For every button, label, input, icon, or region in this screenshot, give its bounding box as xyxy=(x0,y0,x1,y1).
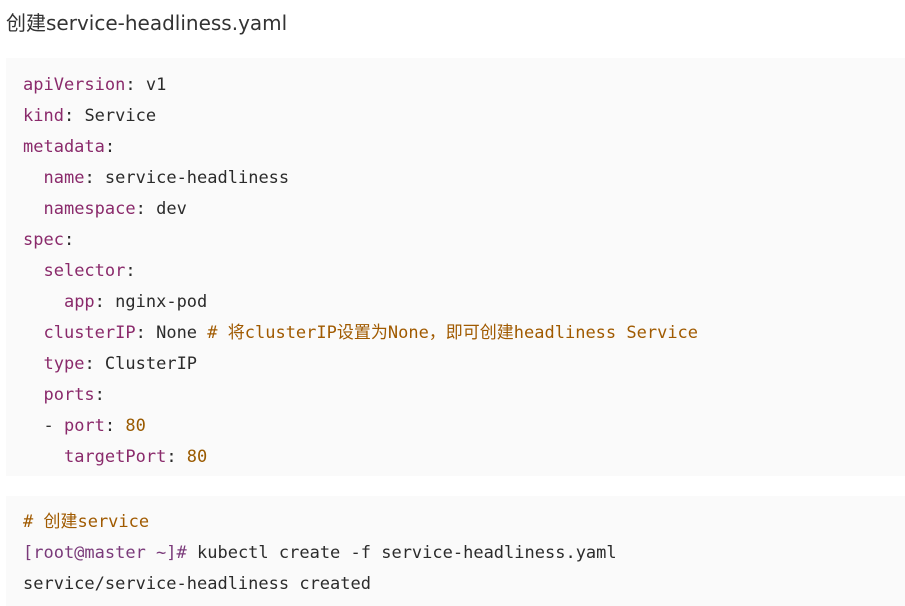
line-indent: - xyxy=(23,416,64,436)
yaml-value: 80 xyxy=(186,447,208,467)
yaml-value: dev xyxy=(156,199,187,219)
code-line: kind: Service xyxy=(23,101,905,132)
code-line: metadata: xyxy=(23,132,905,163)
yaml-key: name xyxy=(43,168,85,188)
yaml-separator: : xyxy=(135,199,157,219)
yaml-key: port xyxy=(63,416,105,436)
code-line: namespace: dev xyxy=(23,194,905,225)
code-line: - port: 80 xyxy=(23,411,905,442)
yaml-separator: : xyxy=(104,416,126,436)
shell-output: service/service-headliness created xyxy=(23,574,371,594)
yaml-separator: : xyxy=(125,75,146,95)
code-line: name: service-headliness xyxy=(23,163,905,194)
yaml-separator: : xyxy=(125,261,136,281)
yaml-separator: : xyxy=(166,447,187,467)
code-line: targetPort: 80 xyxy=(23,442,905,473)
code-line: app: nginx-pod xyxy=(23,287,905,318)
yaml-code-block: apiVersion: v1 kind: Service metadata: n… xyxy=(6,58,905,476)
shell-code-block: # 创建service [root@master ~]# kubectl cre… xyxy=(6,496,905,606)
yaml-separator: : xyxy=(84,168,105,188)
code-line: spec: xyxy=(23,225,905,256)
shell-command-line: [root@master ~]# kubectl create -f servi… xyxy=(23,538,905,569)
yaml-value: service-headliness xyxy=(104,168,290,188)
code-line: type: ClusterIP xyxy=(23,349,905,380)
yaml-key: ports xyxy=(43,385,95,405)
yaml-value: Service xyxy=(84,106,157,126)
yaml-key: selector xyxy=(43,261,126,281)
yaml-value: 80 xyxy=(125,416,146,436)
yaml-value: None xyxy=(156,323,208,343)
shell-comment: # 创建service xyxy=(23,512,150,532)
shell-command: kubectl create -f service-headliness.yam… xyxy=(186,543,617,563)
yaml-separator: : xyxy=(135,323,157,343)
yaml-key: app xyxy=(63,292,95,312)
code-line: clusterIP: None # 将clusterIP设置为None，即可创建… xyxy=(23,318,905,349)
yaml-key: metadata xyxy=(23,137,105,157)
yaml-value: v1 xyxy=(145,75,167,95)
yaml-separator: : xyxy=(84,354,105,374)
yaml-separator: : xyxy=(94,292,116,312)
yaml-key: targetPort xyxy=(63,447,167,467)
yaml-key: kind xyxy=(23,106,64,126)
yaml-key: type xyxy=(43,354,85,374)
yaml-value: ClusterIP xyxy=(104,354,198,374)
section-heading: 创建service-headliness.yaml xyxy=(6,11,288,35)
yaml-key: apiVersion xyxy=(23,75,126,95)
code-line: selector: xyxy=(23,256,905,287)
yaml-key: namespace xyxy=(43,199,136,219)
yaml-separator: : xyxy=(63,230,75,250)
shell-prompt: [root@master ~]# xyxy=(23,543,187,563)
yaml-separator: : xyxy=(94,385,105,405)
yaml-key: clusterIP xyxy=(43,323,136,343)
yaml-separator: : xyxy=(63,106,85,126)
code-line: apiVersion: v1 xyxy=(23,70,905,101)
yaml-key: spec xyxy=(23,230,64,250)
code-line: ports: xyxy=(23,380,905,411)
yaml-separator: : xyxy=(104,137,116,157)
yaml-value: nginx-pod xyxy=(115,292,208,312)
yaml-comment: # 将clusterIP设置为None，即可创建headliness Servi… xyxy=(207,323,699,343)
